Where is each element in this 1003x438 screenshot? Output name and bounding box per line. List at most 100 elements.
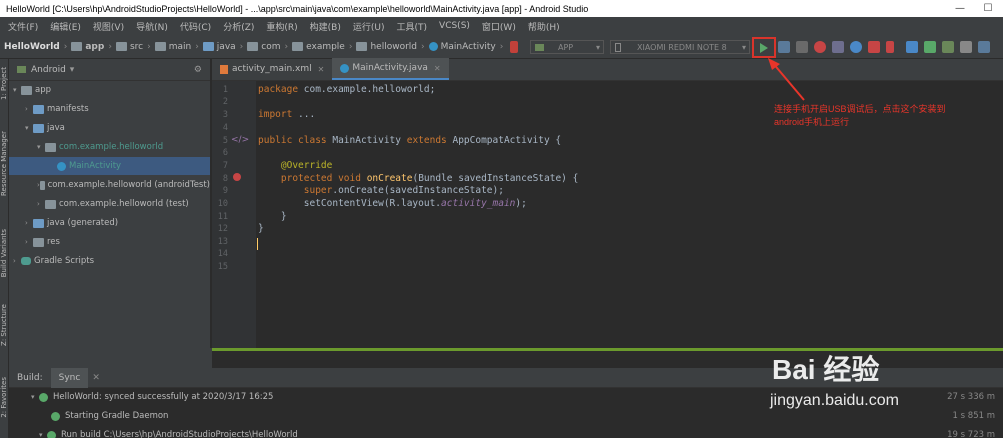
sync-project-icon[interactable]: [906, 41, 918, 53]
folder-icon: [154, 42, 166, 51]
menu-help[interactable]: 帮助(H): [522, 20, 566, 33]
close-icon[interactable]: ✕: [318, 65, 325, 74]
gear-icon[interactable]: ⚙: [194, 65, 202, 75]
menu-build[interactable]: 构建(B): [304, 20, 347, 33]
tree-item-manifests[interactable]: › manifests: [9, 100, 210, 118]
run-button[interactable]: [752, 37, 776, 58]
line-number: 10: [217, 199, 228, 209]
check-icon: [47, 430, 56, 438]
menu-tools[interactable]: 工具(T): [391, 20, 434, 33]
build-row[interactable]: ▾ HelloWorld: synced successfully at 202…: [31, 388, 273, 406]
breadcrumb-helloworld[interactable]: helloworld: [370, 42, 417, 52]
line-number: 1: [222, 85, 228, 95]
close-icon[interactable]: ✕: [434, 64, 441, 73]
tree-item-android-test[interactable]: › com.example.helloworld (androidTest): [9, 176, 210, 194]
build-time: 1 s 851 m: [952, 411, 995, 421]
code-line: import ...: [258, 109, 316, 120]
resource-manager-tab[interactable]: Resource Manager: [0, 131, 9, 196]
menu-vcs[interactable]: VCS(S): [433, 21, 476, 31]
tree-item-mainactivity[interactable]: MainActivity: [9, 157, 210, 175]
play-icon: [760, 42, 768, 53]
build-time: 19 s 723 m: [947, 430, 995, 438]
profile-icon[interactable]: [850, 41, 862, 53]
attach-debugger-icon[interactable]: [868, 41, 880, 53]
apply-code-icon[interactable]: [796, 41, 808, 53]
breadcrumb-java[interactable]: java: [217, 42, 236, 52]
tree-item-java-generated[interactable]: › java (generated): [9, 214, 210, 232]
menu-refactor[interactable]: 重构(R): [260, 20, 303, 33]
device-select[interactable]: XIAOMI REDMI NOTE 8 ▾: [610, 40, 750, 54]
hammer-icon[interactable]: [510, 41, 518, 53]
folder-icon: [115, 42, 127, 51]
tree-item-test[interactable]: › com.example.helloworld (test): [9, 195, 210, 213]
menu-edit[interactable]: 编辑(E): [44, 20, 87, 33]
breadcrumb-project[interactable]: HelloWorld: [4, 42, 60, 52]
debug-icon[interactable]: [814, 41, 826, 53]
tab-sync[interactable]: Sync: [50, 367, 89, 388]
tree-item-gradle-scripts[interactable]: › Gradle Scripts: [9, 252, 210, 270]
check-icon: [39, 392, 48, 402]
coverage-icon[interactable]: [832, 41, 844, 53]
project-view-header: Android ▾ ⚙: [9, 59, 210, 81]
menu-view[interactable]: 视图(V): [87, 20, 130, 33]
tab-activity-main-xml[interactable]: activity_main.xml ✕: [212, 58, 332, 80]
breadcrumb-src[interactable]: src: [130, 42, 143, 52]
tab-mainactivity-java[interactable]: MainActivity.java ✕: [332, 58, 449, 80]
menu-run[interactable]: 运行(U): [347, 20, 391, 33]
apply-changes-icon[interactable]: [778, 41, 790, 53]
folder-icon: [33, 123, 44, 133]
maximize-button[interactable]: ☐: [974, 0, 1002, 17]
code-line: }: [258, 211, 287, 222]
line-number: 12: [217, 224, 228, 234]
breadcrumb-app[interactable]: app: [85, 42, 104, 52]
project-view-select[interactable]: Android: [31, 65, 66, 75]
build-variants-tab[interactable]: Build Variants: [0, 229, 9, 277]
android-icon: [17, 66, 26, 73]
annotation-text: 连接手机开启USB调试后，点击这个安装到android手机上运行: [774, 104, 946, 127]
line-number: 11: [217, 212, 228, 222]
breadcrumb-com[interactable]: com: [261, 42, 280, 52]
build-row[interactable]: ▾ Run build C:\Users\hp\AndroidStudioPro…: [39, 426, 298, 438]
run-config-select[interactable]: APP ▾: [530, 40, 604, 54]
close-icon[interactable]: ✕: [92, 373, 100, 383]
tree-item-java[interactable]: ▾ java: [9, 119, 210, 137]
menu-analyze[interactable]: 分析(Z): [217, 20, 260, 33]
menu-navigate[interactable]: 导航(N): [130, 20, 174, 33]
class-icon: [340, 63, 350, 73]
title-bar: HelloWorld [C:\Users\hp\AndroidStudioPro…: [0, 0, 1003, 17]
run-config-label: APP: [558, 42, 574, 52]
build-row[interactable]: Starting Gradle Daemon: [51, 407, 168, 425]
tree-item-app[interactable]: ▾ app: [9, 81, 210, 99]
line-number: 14: [217, 249, 228, 259]
breadcrumb-mainactivity[interactable]: MainActivity: [441, 42, 496, 52]
folder-icon: [33, 104, 44, 114]
menu-file[interactable]: 文件(F): [2, 20, 44, 33]
favorites-tab[interactable]: 2: Favorites: [0, 377, 9, 418]
menu-code[interactable]: 代码(C): [174, 20, 217, 33]
override-marker-icon: [233, 173, 241, 181]
line-number: 9: [222, 186, 228, 196]
structure-tab[interactable]: Z: Structure: [0, 304, 9, 346]
menu-window[interactable]: 窗口(W): [476, 20, 522, 33]
class-marker-icon: </>: [231, 135, 250, 145]
code-line: @Override: [280, 160, 333, 171]
project-tool-tab[interactable]: 1: Project: [0, 67, 9, 100]
line-number: 15: [217, 262, 228, 272]
build-time: 27 s 336 m: [947, 392, 995, 402]
watermark-logo: Bai 经验: [772, 354, 880, 385]
folder-icon: [202, 42, 214, 51]
layout-inspector-icon[interactable]: [978, 41, 990, 53]
avd-manager-icon[interactable]: [924, 41, 936, 53]
stop-icon[interactable]: [886, 41, 894, 53]
tree-item-res[interactable]: › res: [9, 233, 210, 251]
minimize-button[interactable]: —: [946, 0, 974, 17]
device-file-icon[interactable]: [960, 41, 972, 53]
editor-tabs: activity_main.xml ✕ MainActivity.java ✕: [212, 58, 1003, 81]
breadcrumb-main[interactable]: main: [169, 42, 192, 52]
breadcrumb-example[interactable]: example: [306, 42, 345, 52]
phone-icon: [615, 42, 621, 52]
folder-icon: [21, 85, 32, 95]
folder-icon: [33, 237, 44, 247]
tree-item-package[interactable]: ▾ com.example.helloworld: [9, 138, 210, 156]
sdk-manager-icon[interactable]: [942, 41, 954, 53]
